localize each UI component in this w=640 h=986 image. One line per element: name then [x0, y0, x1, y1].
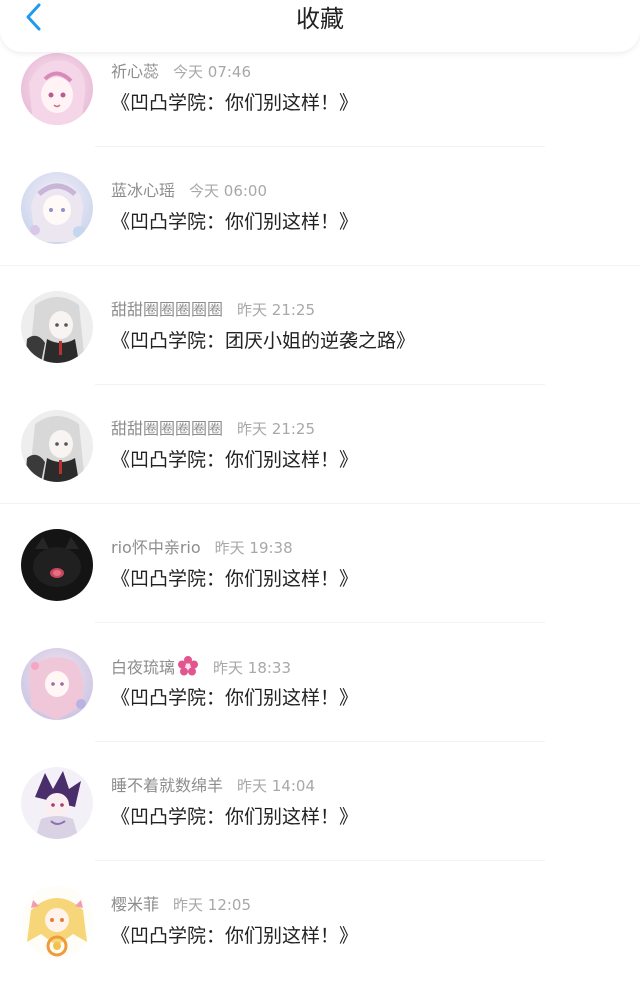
list-item[interactable]: 甜甜圈圈圈圈圈 昨天 21:25 《凹凸学院：你们别这样！》 — [0, 391, 640, 510]
divider — [95, 741, 545, 742]
blonde-chibi-girl-avatar[interactable] — [21, 886, 93, 958]
timestamp: 昨天 19:38 — [214, 539, 293, 557]
grey-hair-girl-avatar[interactable] — [21, 410, 93, 482]
username[interactable]: 甜甜圈圈圈圈圈 — [111, 300, 223, 319]
timestamp: 昨天 12:05 — [173, 896, 252, 914]
pale-anime-girl-avatar[interactable] — [21, 172, 93, 244]
username[interactable]: 祈心蕊 — [111, 62, 159, 81]
timestamp: 昨天 14:04 — [237, 777, 316, 795]
list-item[interactable]: 甜甜圈圈圈圈圈 昨天 21:25 《凹凸学院：团厌小姐的逆袭之路》 — [0, 272, 640, 391]
timestamp: 今天 06:00 — [189, 182, 268, 200]
list-item[interactable]: 白夜琉璃 昨天 18:33 《凹凸学院：你们别这样！》 — [0, 629, 640, 748]
list-item[interactable]: 睡不着就数绵羊 昨天 14:04 《凹凸学院：你们别这样！》 — [0, 748, 640, 867]
pink-anime-girl-avatar[interactable] — [21, 53, 93, 125]
favorite-title[interactable]: 《凹凸学院：你们别这样！》 — [111, 89, 358, 117]
flower-icon — [177, 655, 199, 684]
list-item[interactable]: rio怀中亲rio 昨天 19:38 《凹凸学院：你们别这样！》 — [0, 510, 640, 629]
favorite-title[interactable]: 《凹凸学院：你们别这样！》 — [111, 565, 358, 593]
favorite-title[interactable]: 《凹凸学院：你们别这样！》 — [111, 803, 358, 831]
username[interactable]: 樱米菲 — [111, 895, 159, 914]
list-item[interactable]: 樱米菲 昨天 12:05 《凹凸学院：你们别这样！》 — [0, 867, 640, 986]
divider — [95, 146, 545, 147]
divider — [0, 265, 640, 266]
black-cat-avatar[interactable] — [21, 529, 93, 601]
username[interactable]: 白夜琉璃 — [111, 658, 175, 677]
favorite-title[interactable]: 《凹凸学院：团厌小姐的逆袭之路》 — [111, 327, 415, 355]
page-title: 收藏 — [296, 5, 344, 33]
list-item[interactable]: 蓝冰心瑶 今天 06:00 《凹凸学院：你们别这样！》 — [0, 153, 640, 272]
favorite-title[interactable]: 《凹凸学院：你们别这样！》 — [111, 684, 358, 712]
favorite-title[interactable]: 《凹凸学院：你们别这样！》 — [111, 446, 358, 474]
purple-hair-boy-avatar[interactable] — [21, 767, 93, 839]
favorite-title[interactable]: 《凹凸学院：你们别这样！》 — [111, 922, 358, 950]
username[interactable]: 蓝冰心瑶 — [111, 181, 175, 200]
divider — [95, 860, 545, 861]
username[interactable]: 睡不着就数绵羊 — [111, 776, 223, 795]
top-bar: 收藏 — [0, 0, 640, 52]
username[interactable]: 甜甜圈圈圈圈圈 — [111, 419, 223, 438]
divider — [0, 503, 640, 504]
grey-hair-girl-avatar[interactable] — [21, 291, 93, 363]
divider — [95, 622, 545, 623]
pink-blossom-girl-avatar[interactable] — [21, 648, 93, 720]
timestamp: 昨天 18:33 — [213, 659, 292, 677]
timestamp: 今天 07:46 — [173, 63, 252, 81]
divider — [95, 384, 545, 385]
favorite-title[interactable]: 《凹凸学院：你们别这样！》 — [111, 208, 358, 236]
timestamp: 昨天 21:25 — [237, 420, 316, 438]
timestamp: 昨天 21:25 — [237, 301, 316, 319]
username[interactable]: rio怀中亲rio — [111, 538, 201, 557]
